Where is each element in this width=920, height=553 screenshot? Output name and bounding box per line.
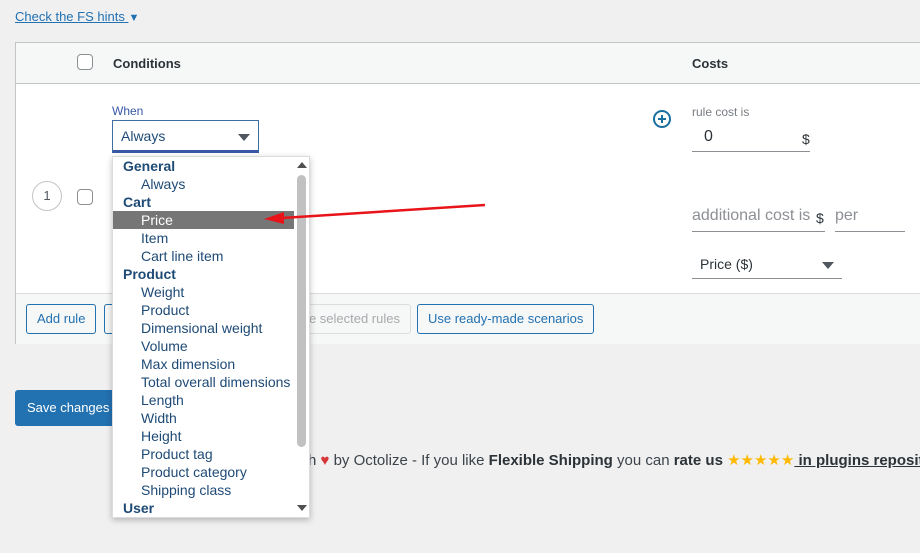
plugins-repository-link: in plugins repository bbox=[798, 452, 920, 469]
dropdown-option[interactable]: Length bbox=[113, 391, 295, 409]
dropdown-option[interactable]: Height bbox=[113, 427, 295, 445]
plugin-name: Flexible Shipping bbox=[488, 452, 613, 469]
conditions-header: Conditions bbox=[113, 56, 181, 71]
dropdown-option[interactable]: Weight bbox=[113, 283, 295, 301]
dropdown-group-label: General bbox=[123, 158, 176, 174]
costs-header: Costs bbox=[692, 56, 729, 71]
rate-us-text: rate us bbox=[673, 452, 723, 469]
rule-cost-value: 0 bbox=[704, 128, 713, 145]
dropdown-option[interactable]: Always bbox=[113, 175, 295, 193]
dropdown-option[interactable]: Total overall dimensions bbox=[113, 373, 295, 391]
use-ready-made-scenarios-button[interactable]: Use ready-made scenarios bbox=[417, 304, 595, 334]
dropdown-option[interactable]: Max dimension bbox=[113, 355, 295, 373]
dropdown-option[interactable]: Product category bbox=[113, 463, 295, 481]
dropdown-group-label: Product bbox=[123, 266, 176, 282]
row-number-badge: 1 bbox=[32, 181, 62, 211]
per-underline bbox=[835, 231, 905, 232]
fs-hints-label: Check the FS hints bbox=[15, 9, 125, 24]
dropdown-option[interactable]: Width bbox=[113, 409, 295, 427]
table-header: Conditions Costs bbox=[16, 43, 920, 84]
when-label: When bbox=[112, 104, 144, 118]
additional-cost-underline bbox=[692, 231, 825, 232]
delete-selected-rules-button[interactable]: e selected rules bbox=[303, 304, 411, 334]
chevron-down-icon bbox=[822, 262, 834, 269]
scroll-up-icon[interactable] bbox=[297, 162, 307, 168]
dropdown-options: General Always Cart Price Item Cart line item… bbox=[113, 157, 295, 517]
select-all-checkbox[interactable] bbox=[77, 54, 93, 70]
per-placeholder: per bbox=[835, 207, 859, 224]
per-unit-select-value: Price ($) bbox=[700, 256, 753, 272]
additional-cost-currency: $ bbox=[816, 210, 824, 226]
chevron-down-icon bbox=[238, 134, 250, 141]
scrollbar-thumb[interactable] bbox=[297, 175, 306, 447]
dropdown-scrollbar[interactable] bbox=[294, 157, 309, 517]
rule-cost-underline bbox=[692, 151, 810, 152]
rule-cost-currency: $ bbox=[802, 131, 810, 147]
dropdown-option[interactable]: Shipping class bbox=[113, 481, 295, 499]
dropdown-group-label: User bbox=[123, 500, 155, 516]
dropdown-option[interactable]: Product bbox=[113, 301, 295, 319]
star-rating-icon: ★★★★★ bbox=[727, 452, 795, 469]
dropdown-option[interactable]: Volume bbox=[113, 337, 295, 355]
add-rule-button[interactable]: Add rule bbox=[26, 304, 97, 334]
dropdown-option[interactable]: Item bbox=[113, 229, 295, 247]
dropdown-option[interactable]: Cart line item bbox=[113, 247, 295, 265]
footer-by-text: by Octolize - If you like bbox=[329, 452, 489, 469]
condition-dropdown-list[interactable]: General Always Cart Price Item Cart line item… bbox=[112, 156, 310, 518]
dropdown-option[interactable]: Price bbox=[113, 211, 295, 229]
dropdown-group-label: Cart bbox=[123, 194, 152, 210]
add-condition-icon[interactable] bbox=[653, 110, 671, 128]
footer-mid-text: you can bbox=[612, 452, 674, 469]
dropdown-option[interactable]: Product tag bbox=[113, 445, 295, 463]
fs-hints-link[interactable]: Check the FS hints ▼ bbox=[15, 9, 139, 24]
rule-cost-label: rule cost is bbox=[692, 105, 750, 119]
scroll-down-icon[interactable] bbox=[297, 505, 307, 511]
footer-credits: h ♥ by Octolize - If you like Flexible S… bbox=[308, 451, 920, 469]
dropdown-option[interactable]: Dimensional weight bbox=[113, 319, 295, 337]
condition-select[interactable]: Always bbox=[112, 120, 259, 153]
row-select-checkbox[interactable] bbox=[77, 189, 93, 205]
per-unit-underline bbox=[692, 278, 842, 279]
triangle-down-icon: ▼ bbox=[128, 12, 140, 24]
rate-plugin-link[interactable]: ★★★★★ in plugins repository bbox=[727, 452, 920, 469]
condition-select-value: Always bbox=[121, 128, 166, 144]
additional-cost-placeholder: additional cost is bbox=[692, 207, 811, 224]
